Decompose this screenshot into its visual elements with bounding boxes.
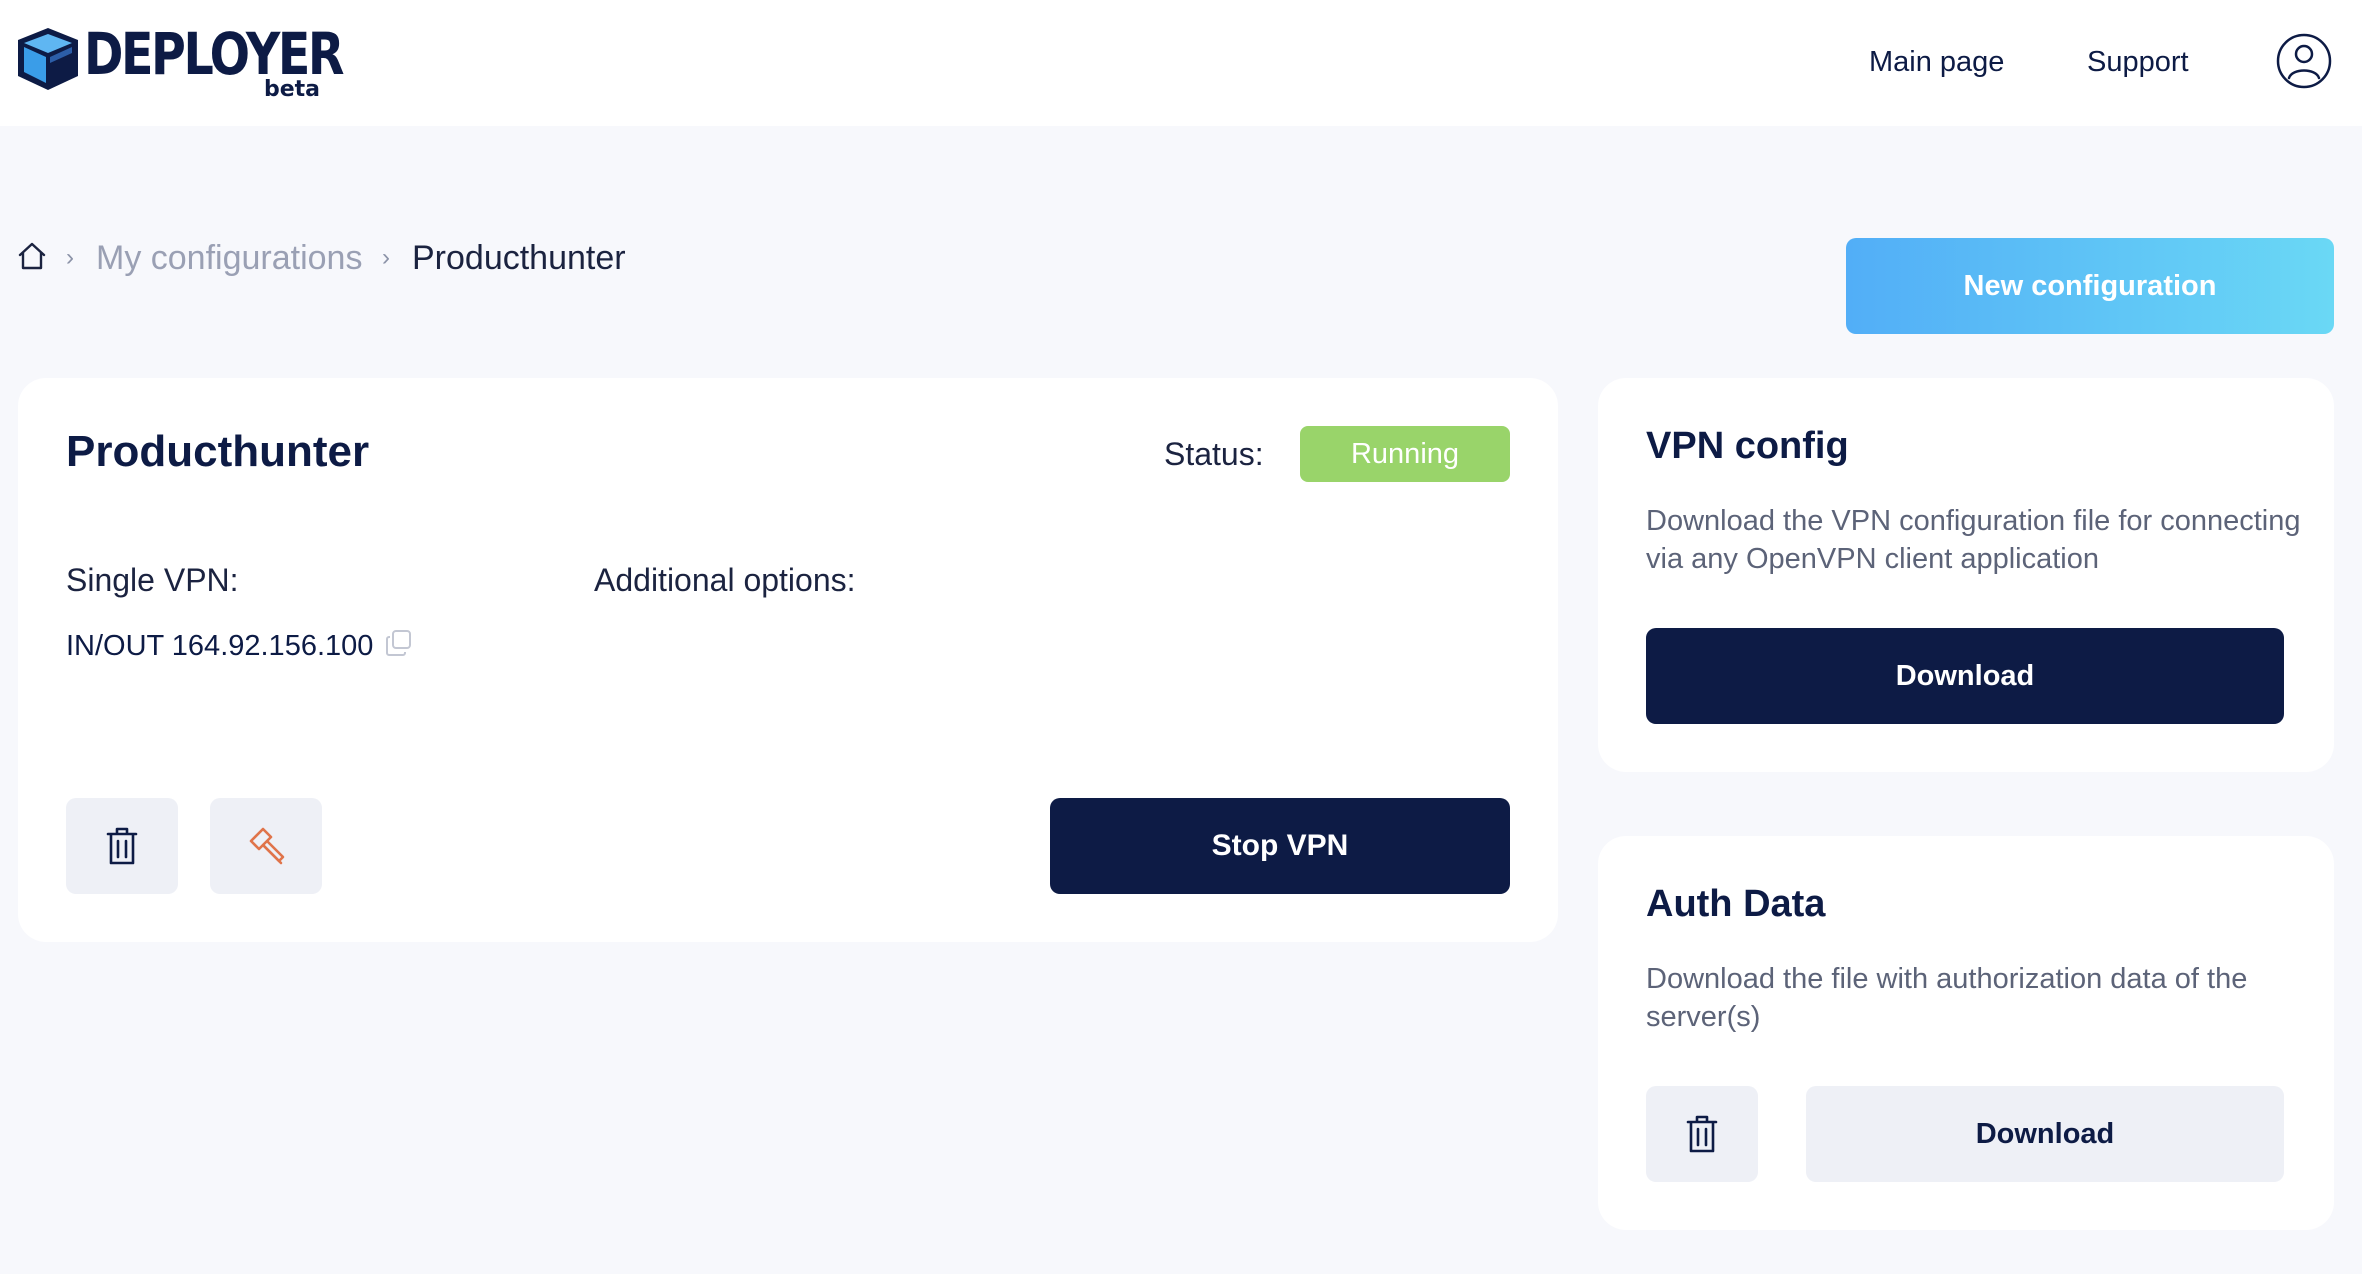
configuration-title: Producthunter: [66, 427, 370, 476]
vpn-config-description: Download the VPN configuration file for …: [1646, 505, 2301, 575]
breadcrumb-separator: ›: [66, 244, 74, 271]
download-vpn-config-button[interactable]: Download: [1646, 628, 2284, 724]
delete-auth-data-button[interactable]: [1646, 1086, 1758, 1182]
trash-icon: [106, 827, 138, 865]
status-label: Status:: [1164, 436, 1264, 472]
edit-configuration-button[interactable]: [210, 798, 322, 894]
logo-beta-badge: beta: [264, 77, 321, 102]
new-configuration-button[interactable]: New configuration: [1846, 238, 2334, 334]
breadcrumb-current: Producthunter: [412, 239, 626, 277]
auth-data-title: Auth Data: [1646, 883, 1826, 925]
vpn-config-card: VPN config Download the VPN configuratio…: [1598, 378, 2334, 772]
top-header: DEPLOYER beta Main page Support: [0, 0, 2362, 126]
vpn-config-title: VPN config: [1646, 425, 1849, 467]
trash-icon: [1686, 1115, 1718, 1153]
stop-vpn-button[interactable]: Stop VPN: [1050, 798, 1510, 894]
breadcrumb-separator: ›: [382, 244, 390, 271]
delete-configuration-button[interactable]: [66, 798, 178, 894]
single-vpn-label: Single VPN:: [66, 562, 239, 598]
nav-main-page[interactable]: Main page: [1869, 42, 2004, 82]
ip-address-value: IN/OUT 164.92.156.100: [66, 630, 374, 662]
user-circle-icon[interactable]: [2275, 32, 2333, 90]
configuration-card: Producthunter Status: Running Single VPN…: [18, 378, 1558, 942]
breadcrumb: › My configurations › Producthunter: [16, 236, 716, 280]
deployer-logo[interactable]: DEPLOYER beta: [16, 22, 345, 106]
copy-icon[interactable]: [384, 628, 414, 658]
status-badge: Running: [1300, 426, 1510, 482]
auth-data-description: Download the file with authorization dat…: [1646, 963, 2248, 1033]
additional-options-label: Additional options:: [594, 562, 856, 598]
home-icon[interactable]: [16, 240, 48, 272]
nav-support[interactable]: Support: [2087, 42, 2189, 82]
box-logo-icon: [18, 28, 78, 90]
auth-data-card: Auth Data Download the file with authori…: [1598, 836, 2334, 1230]
hammer-icon: [249, 827, 285, 865]
download-auth-data-button[interactable]: Download: [1806, 1086, 2284, 1182]
breadcrumb-my-configurations[interactable]: My configurations: [96, 236, 362, 280]
